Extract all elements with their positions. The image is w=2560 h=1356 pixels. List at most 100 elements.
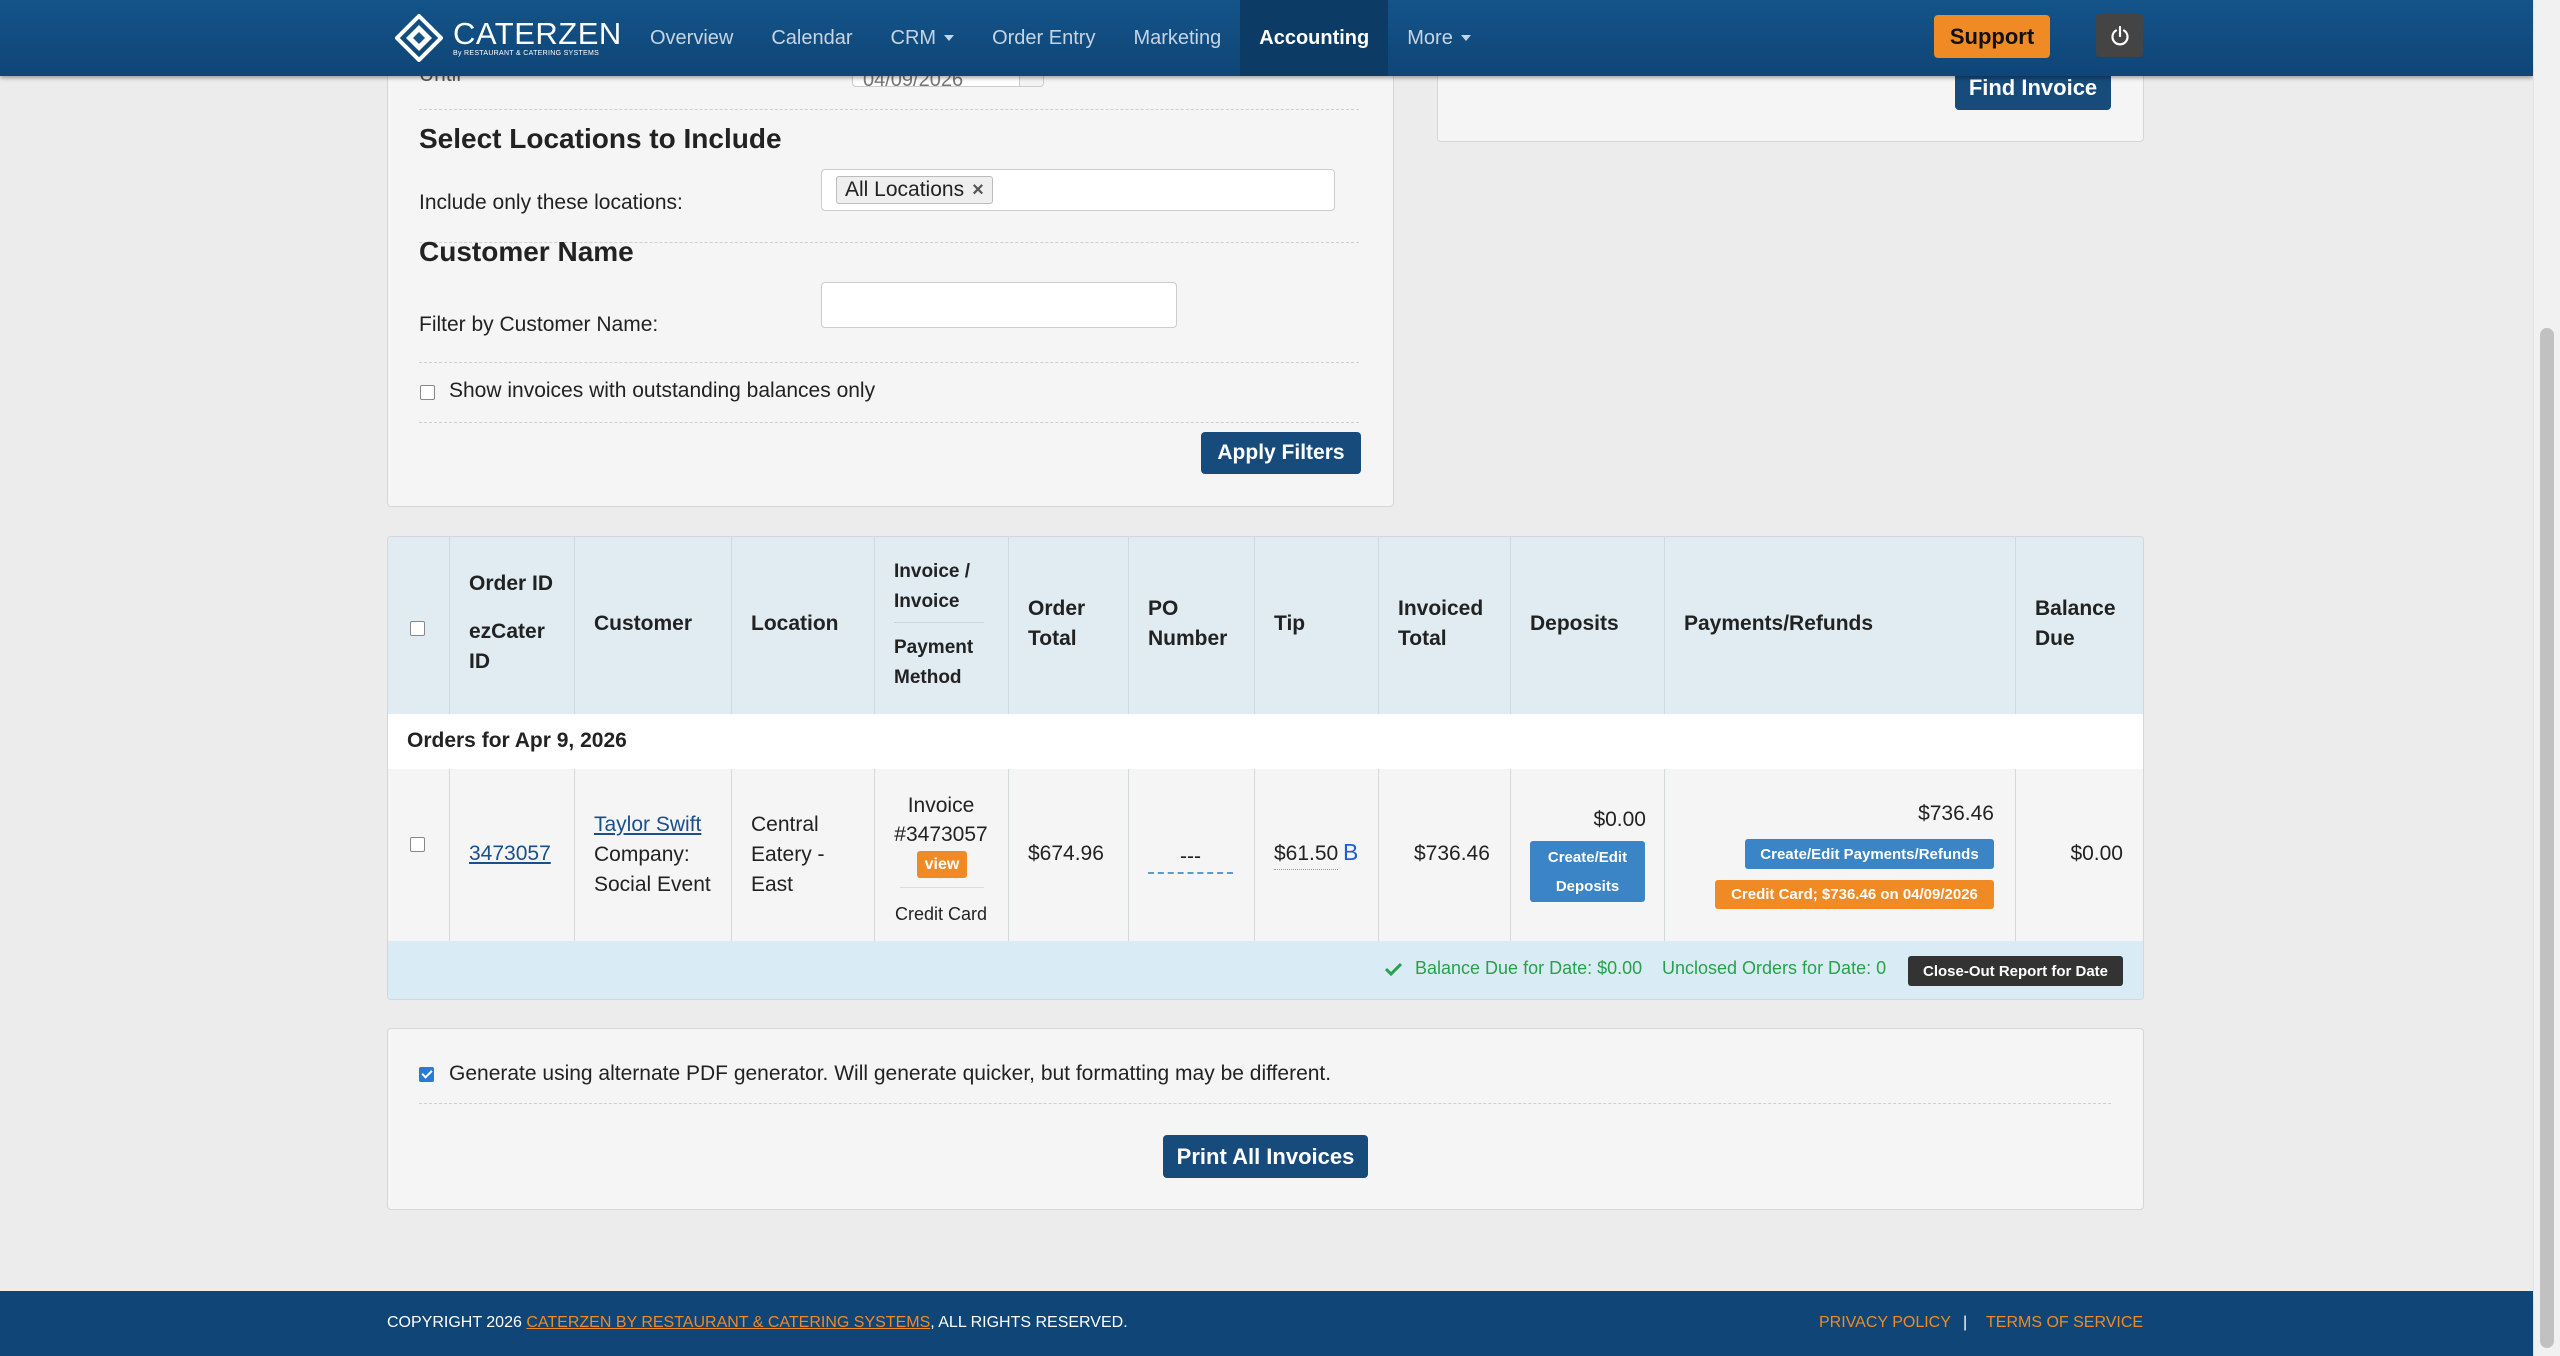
nav-marketing-label: Marketing: [1133, 26, 1222, 49]
top-navbar: CATERZEN By RESTAURANT & CATERING SYSTEM…: [0, 0, 2533, 76]
header-location[interactable]: Location: [751, 609, 839, 639]
group-row: Orders for Apr 9, 2026: [388, 714, 2143, 770]
caterzen-logo-icon: [395, 14, 443, 62]
unclosed-orders-summary: Unclosed Orders for Date: 0: [1662, 958, 1887, 978]
support-button[interactable]: Support: [1934, 15, 2050, 58]
po-number-field[interactable]: ---: [1148, 842, 1233, 874]
customer-label: Filter by Customer Name:: [419, 313, 659, 336]
caret-down-icon: [944, 35, 955, 41]
print-panel: Generate using alternate PDF generator. …: [387, 1028, 2144, 1210]
create-edit-deposits-button[interactable]: Create/Edit Deposits: [1530, 841, 1645, 902]
row-checkbox[interactable]: [410, 837, 425, 852]
header-ezcater-id[interactable]: ezCater ID: [469, 617, 559, 677]
brand-subtitle: By RESTAURANT & CATERING SYSTEMS: [453, 49, 600, 57]
scrollbar-thumb[interactable]: [2540, 328, 2554, 1348]
copyright: COPYRIGHT 2026 CATERZEN BY RESTAURANT & …: [387, 1314, 1128, 1332]
checkmark-icon: [1385, 962, 1402, 976]
nav-accounting-label: Accounting: [1259, 26, 1370, 49]
deposits-button-line-1: Create/Edit: [1547, 848, 1628, 866]
invoiced-total: $736.46: [1414, 842, 1490, 865]
nav-more[interactable]: More: [1388, 0, 1490, 76]
deposits-button-line-2: Deposits: [1555, 877, 1620, 895]
payment-method: Credit Card: [894, 904, 988, 924]
filter-panel: Until 04/09/2026 Select Locations to Inc…: [387, 20, 1394, 507]
balance-due-value: $0.00: [2070, 842, 2123, 865]
nav-crm-label: CRM: [890, 26, 937, 49]
header-balance-due[interactable]: Balance Due: [2035, 594, 2135, 654]
alt-pdf-label: Generate using alternate PDF generator. …: [449, 1062, 1332, 1085]
outstanding-label: Show invoices with outstanding balances …: [449, 379, 876, 402]
deposits-amount-value: $0.00: [1593, 808, 1646, 831]
nav-marketing[interactable]: Marketing: [1114, 0, 1240, 76]
nav-order-entry[interactable]: Order Entry: [973, 0, 1114, 76]
header-tip[interactable]: Tip: [1274, 609, 1305, 639]
location-line-1: Central: [751, 813, 819, 836]
payment-record-badge[interactable]: Credit Card; $736.46 on 04/09/2026: [1715, 880, 1994, 909]
outstanding-row: Show invoices with outstanding balances …: [419, 362, 1359, 423]
copyright-suffix: , ALL RIGHTS RESERVED.: [930, 1314, 1128, 1331]
tip-amount[interactable]: $61.50: [1274, 839, 1339, 870]
nav-calendar-label: Calendar: [771, 26, 853, 49]
locations-label: Include only these locations:: [419, 191, 683, 214]
header-po-number[interactable]: PO Number: [1148, 594, 1238, 654]
copyright-prefix: COPYRIGHT 2026: [387, 1314, 522, 1331]
terms-of-service-link[interactable]: TERMS OF SERVICE: [1986, 1314, 2143, 1332]
power-icon: [2110, 25, 2129, 45]
print-all-invoices-button[interactable]: Print All Invoices: [1163, 1135, 1368, 1178]
header-payment-method[interactable]: Payment Method: [894, 633, 989, 693]
payments-amount: $736.46: [1664, 799, 1994, 829]
nav-more-label: More: [1407, 26, 1453, 49]
deposits-amount: $0.00: [1510, 805, 1646, 835]
app-viewport: Until 04/09/2026 Select Locations to Inc…: [0, 0, 2533, 1356]
privacy-policy-link[interactable]: PRIVACY POLICY: [1819, 1314, 1951, 1332]
logout-button[interactable]: [2096, 14, 2143, 57]
header-customer[interactable]: Customer: [594, 609, 692, 639]
header-invoiced-total[interactable]: Invoiced Total: [1398, 594, 1498, 654]
locations-select[interactable]: All Locations ×: [821, 169, 1335, 211]
brand-name: CATERZEN: [453, 15, 622, 51]
balance-due: $0.00: [2015, 839, 2123, 869]
location-line-3: East: [751, 873, 794, 896]
outstanding-checkbox[interactable]: [420, 385, 435, 400]
customer-name-input[interactable]: [821, 282, 1177, 328]
balance-due-summary: Balance Due for Date: $0.00: [1415, 958, 1643, 978]
header-payments-refunds[interactable]: Payments/Refunds: [1684, 609, 1873, 639]
customer-company-value: Social Event: [594, 873, 711, 896]
invoice-table: Orders for Apr 9, 2026 Order ID ezCater …: [387, 536, 2144, 1000]
view-invoice-button[interactable]: view: [917, 851, 967, 878]
main-nav: Overview Calendar CRM Order Entry Market…: [631, 0, 1490, 76]
invoice-label: Invoice: [907, 794, 975, 817]
location-chip-label: All Locations: [845, 178, 965, 201]
invoice-number: #3473057: [894, 823, 988, 846]
location-chip: All Locations ×: [836, 176, 993, 204]
tip-flag: B: [1343, 839, 1359, 865]
nav-accounting[interactable]: Accounting: [1240, 0, 1389, 76]
nav-order-entry-label: Order Entry: [992, 26, 1096, 49]
order-id-link[interactable]: 3473057: [469, 839, 551, 869]
select-all-checkbox[interactable]: [410, 621, 425, 636]
brand-logo[interactable]: CATERZEN By RESTAURANT & CATERING SYSTEM…: [395, 14, 622, 62]
nav-crm[interactable]: CRM: [872, 0, 974, 76]
apply-filters-button[interactable]: Apply Filters: [1201, 432, 1361, 474]
company-link[interactable]: CATERZEN BY RESTAURANT & CATERING SYSTEM…: [526, 1314, 930, 1331]
header-order-total[interactable]: Order Total: [1028, 594, 1108, 654]
nav-overview-label: Overview: [650, 26, 734, 49]
close-out-report-button[interactable]: Close-Out Report for Date: [1908, 956, 2123, 986]
alt-pdf-checkbox[interactable]: [419, 1067, 434, 1082]
page-scrollbar[interactable]: [2533, 0, 2560, 1356]
order-total: $674.96: [1028, 842, 1104, 865]
customer-name-link[interactable]: Taylor Swift: [594, 810, 701, 840]
site-footer: [0, 1291, 2533, 1356]
caret-down-icon: [1460, 35, 1471, 41]
payments-amount-value: $736.46: [1918, 802, 1994, 825]
header-invoice[interactable]: Invoice / Invoice: [894, 557, 989, 617]
footer-separator: |: [1963, 1314, 1968, 1331]
group-label: Orders for Apr 9, 2026: [407, 729, 627, 752]
nav-overview[interactable]: Overview: [631, 0, 752, 76]
create-edit-payments-button[interactable]: Create/Edit Payments/Refunds: [1745, 839, 1994, 869]
header-deposits[interactable]: Deposits: [1530, 609, 1619, 639]
customer-company-label: Company:: [594, 843, 690, 866]
nav-calendar[interactable]: Calendar: [752, 0, 871, 76]
header-order-id[interactable]: Order ID: [469, 569, 553, 599]
close-x-icon[interactable]: ×: [972, 179, 984, 202]
